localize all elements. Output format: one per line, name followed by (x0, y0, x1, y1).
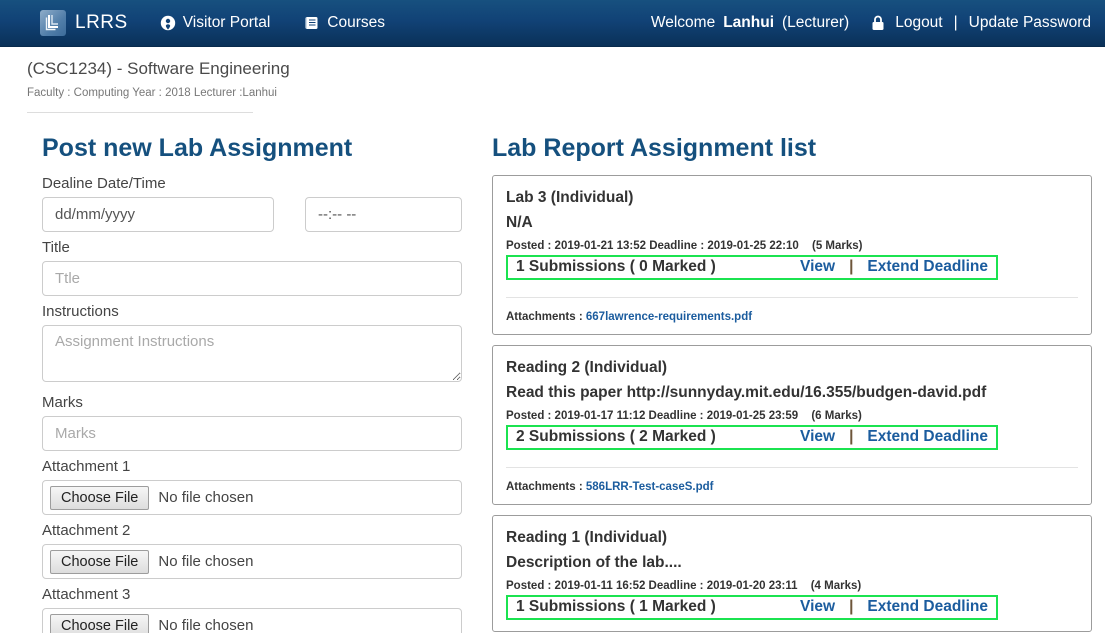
nav-link-visitor-portal[interactable]: Visitor Portal (160, 14, 271, 32)
welcome-text: Welcome (651, 14, 715, 32)
list-heading: Lab Report Assignment list (492, 133, 1092, 163)
view-link[interactable]: View (800, 258, 835, 276)
deadline-label: Dealine Date/Time (42, 175, 462, 192)
link-separator: | (849, 598, 853, 616)
view-link[interactable]: View (800, 428, 835, 446)
assignment-description: N/A (506, 210, 1078, 235)
attachment-3-label: Attachment 3 (42, 586, 462, 603)
posted-text: Posted : 2019-01-11 16:52 Deadline : 201… (506, 580, 798, 592)
attachments-line: Attachments : 667lawrence-requirements.p… (506, 311, 1078, 323)
username: Lanhui (723, 14, 774, 32)
post-assignment-form: Post new Lab Assignment Dealine Date/Tim… (42, 133, 462, 633)
book-icon (304, 15, 320, 31)
extend-deadline-link[interactable]: Extend Deadline (867, 428, 988, 446)
lock-icon (871, 15, 885, 31)
marks-text: (6 Marks) (811, 410, 862, 422)
attachment-1-file-input[interactable]: Choose File No file chosen (42, 480, 462, 515)
globe-pin-icon (160, 15, 176, 31)
posted-deadline-line: Posted : 2019-01-17 11:12 Deadline : 201… (506, 410, 1078, 422)
course-title: (CSC1234) - Software Engineering (27, 57, 1105, 81)
attachment-2-label: Attachment 2 (42, 522, 462, 539)
marks-text: (5 Marks) (812, 240, 863, 252)
attachments-label: Attachments : (506, 311, 583, 323)
marks-input[interactable] (42, 416, 462, 451)
file-status: No file chosen (158, 617, 253, 633)
card-divider (506, 467, 1078, 468)
choose-file-button[interactable]: Choose File (50, 486, 149, 510)
extend-deadline-link[interactable]: Extend Deadline (867, 598, 988, 616)
assignment-title: Reading 1 (Individual) (506, 525, 1078, 550)
marks-label: Marks (42, 394, 462, 411)
nav-link-label: Visitor Portal (183, 14, 271, 32)
form-heading: Post new Lab Assignment (42, 133, 462, 163)
assignment-title: Lab 3 (Individual) (506, 185, 1078, 210)
title-label: Title (42, 239, 462, 256)
submissions-count: 2 Submissions ( 2 Marked ) (516, 428, 716, 446)
assignment-card: Reading 1 (Individual) Description of th… (492, 515, 1092, 632)
submissions-box: 2 Submissions ( 2 Marked ) View | Extend… (506, 425, 998, 450)
extend-deadline-link[interactable]: Extend Deadline (867, 258, 988, 276)
submissions-box: 1 Submissions ( 0 Marked ) View | Extend… (506, 255, 998, 280)
submissions-count: 1 Submissions ( 1 Marked ) (516, 598, 716, 616)
course-header: (CSC1234) - Software Engineering Faculty… (0, 47, 1105, 99)
card-divider (506, 297, 1078, 298)
posted-text: Posted : 2019-01-17 11:12 Deadline : 201… (506, 410, 798, 422)
attachment-file-link[interactable]: 667lawrence-requirements.pdf (586, 311, 752, 323)
assignment-list: Lab Report Assignment list Lab 3 (Indivi… (492, 133, 1092, 633)
logout-link[interactable]: Logout (895, 14, 942, 32)
assignment-title: Reading 2 (Individual) (506, 355, 1078, 380)
nav-link-label: Courses (327, 14, 385, 32)
attachments-label: Attachments : (506, 481, 583, 493)
deadline-date-input[interactable] (42, 197, 274, 232)
attachment-2-file-input[interactable]: Choose File No file chosen (42, 544, 462, 579)
attachment-3-file-input[interactable]: Choose File No file chosen (42, 608, 462, 633)
file-status: No file chosen (158, 553, 253, 570)
choose-file-button[interactable]: Choose File (50, 550, 149, 574)
submissions-box: 1 Submissions ( 1 Marked ) View | Extend… (506, 595, 998, 620)
assignment-description: Description of the lab.... (506, 550, 1078, 575)
submissions-count: 1 Submissions ( 0 Marked ) (516, 258, 716, 276)
nav-separator: | (954, 14, 958, 32)
lrrs-logo-icon (40, 10, 66, 36)
view-link[interactable]: View (800, 598, 835, 616)
header-divider (27, 112, 253, 113)
file-status: No file chosen (158, 489, 253, 506)
user-role: (Lecturer) (782, 14, 849, 32)
brand-home-link[interactable]: LRRS (40, 10, 128, 36)
update-password-link[interactable]: Update Password (969, 14, 1091, 32)
instructions-label: Instructions (42, 303, 462, 320)
assignment-card: Lab 3 (Individual) N/A Posted : 2019-01-… (492, 175, 1092, 335)
posted-deadline-line: Posted : 2019-01-11 16:52 Deadline : 201… (506, 580, 1078, 592)
marks-text: (4 Marks) (811, 580, 862, 592)
link-separator: | (849, 428, 853, 446)
deadline-time-input[interactable] (305, 197, 462, 232)
nav-link-courses[interactable]: Courses (304, 14, 385, 32)
top-navbar: LRRS Visitor Portal (0, 0, 1105, 47)
attachment-1-label: Attachment 1 (42, 458, 462, 475)
posted-text: Posted : 2019-01-21 13:52 Deadline : 201… (506, 240, 799, 252)
assignment-description: Read this paper http://sunnyday.mit.edu/… (506, 380, 1078, 405)
instructions-textarea[interactable] (42, 325, 462, 382)
course-subtitle: Faculty : Computing Year : 2018 Lecturer… (27, 87, 1105, 99)
title-input[interactable] (42, 261, 462, 296)
link-separator: | (849, 258, 853, 276)
brand-text: LRRS (75, 12, 128, 34)
posted-deadline-line: Posted : 2019-01-21 13:52 Deadline : 201… (506, 240, 1078, 252)
choose-file-button[interactable]: Choose File (50, 614, 149, 633)
assignment-card: Reading 2 (Individual) Read this paper h… (492, 345, 1092, 505)
attachment-file-link[interactable]: 586LRR-Test-caseS.pdf (586, 481, 714, 493)
attachments-line: Attachments : 586LRR-Test-caseS.pdf (506, 481, 1078, 493)
